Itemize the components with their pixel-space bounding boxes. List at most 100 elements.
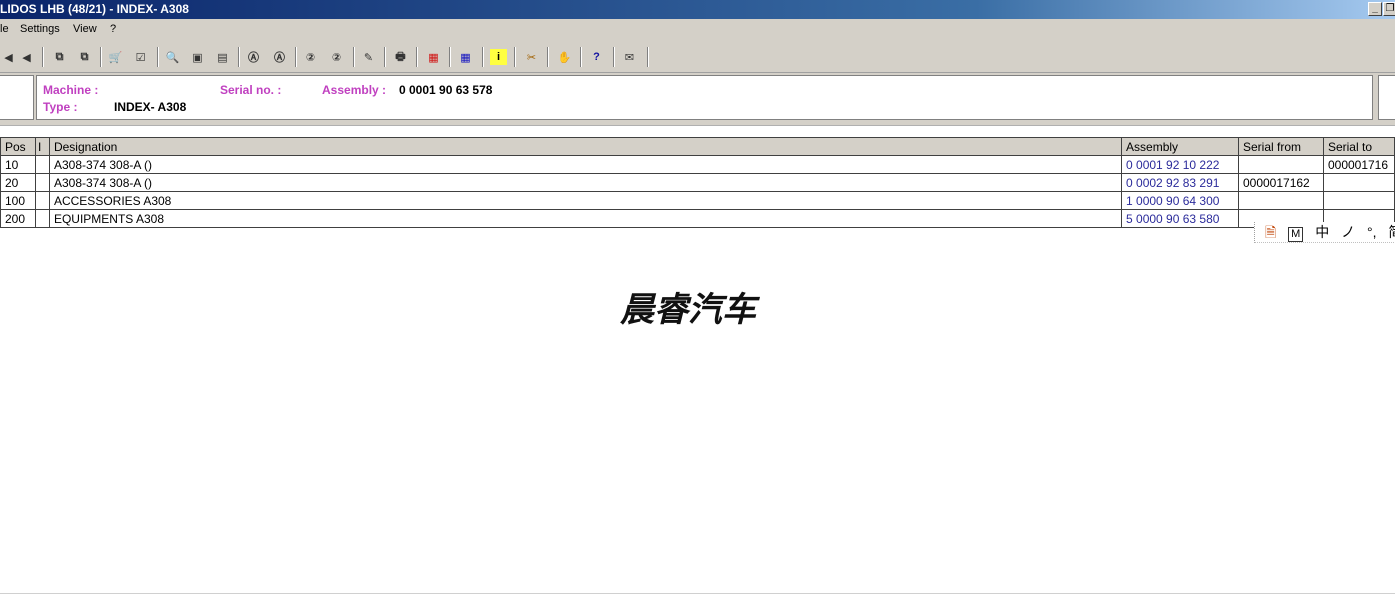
toolbar-separator: [157, 47, 159, 67]
menu-settings[interactable]: Settings: [20, 19, 60, 40]
toolbar-separator: [647, 47, 649, 67]
machine-label: Machine :: [43, 83, 99, 97]
cart-icon[interactable]: 🛒: [107, 49, 124, 65]
toolbar-separator: [384, 47, 386, 67]
cell-pos: 10: [0, 155, 36, 174]
ime-toolbar: 🗎 M 中 ノ °, 简 ⚙: [1254, 222, 1395, 243]
col-header-designation[interactable]: Designation: [48, 137, 1123, 156]
doc-back-icon[interactable]: ⧉: [51, 49, 68, 65]
first-record-icon[interactable]: ◀: [0, 49, 17, 65]
table-row[interactable]: 20 A308-374 308-A () 0 0002 92 83 291 00…: [0, 173, 1395, 192]
tools-icon[interactable]: ✂: [523, 49, 540, 65]
info-panel: Machine : Type : INDEX- A308 Serial no. …: [0, 73, 1395, 125]
prev-record-icon[interactable]: ◀: [18, 49, 35, 65]
menu-bar: le Settings View ?: [0, 19, 1395, 40]
info-left-pane: [0, 75, 34, 120]
handshake-icon[interactable]: ✋: [556, 49, 573, 65]
info-right-pane: [1378, 75, 1395, 120]
toolbar-separator: [482, 47, 484, 67]
info-box: Machine : Type : INDEX- A308 Serial no. …: [36, 75, 1373, 120]
cell-designation: EQUIPMENTS A308: [48, 209, 1123, 228]
cell-i: [34, 191, 50, 210]
toolbar-separator: [514, 47, 516, 67]
table-row[interactable]: 100 ACCESSORIES A308 1 0000 90 64 300: [0, 191, 1395, 210]
cell-i: [34, 173, 50, 192]
watermark-text: 晨睿汽车: [620, 290, 756, 330]
cell-serial-to: 000001716: [1322, 155, 1395, 174]
cell-serial-to: [1322, 191, 1395, 210]
assembly-label: Assembly :: [322, 83, 387, 97]
cell-serial-to: [1322, 173, 1395, 192]
restore-button[interactable]: ❐: [1383, 2, 1395, 16]
ime-mode-icon[interactable]: M: [1288, 227, 1304, 242]
col-header-serial-to[interactable]: Serial to: [1322, 137, 1395, 156]
ime-chinese-toggle[interactable]: 中: [1315, 222, 1329, 242]
cell-serial-from: 0000017162: [1237, 173, 1324, 192]
col-header-i[interactable]: I: [34, 137, 50, 156]
fit-width-icon[interactable]: ▤: [214, 49, 231, 65]
cell-pos: 200: [0, 209, 36, 228]
toolbar-separator: [613, 47, 615, 67]
title-bar: LIDOS LHB (48/21) - INDEX- A308 _ ❐: [0, 0, 1395, 19]
minimize-button[interactable]: _: [1368, 2, 1382, 16]
cell-designation: A308-374 308-A (): [48, 155, 1123, 174]
type-value: INDEX- A308: [114, 100, 187, 114]
toolbar-separator: [416, 47, 418, 67]
print-icon[interactable]: 🖶: [392, 49, 409, 65]
cell-assembly-link[interactable]: 0 0001 92 10 222: [1121, 155, 1239, 174]
cell-i: [34, 155, 50, 174]
toolbar-separator: [547, 47, 549, 67]
zoom-icon[interactable]: 🔍: [164, 49, 181, 65]
cell-i: [34, 209, 50, 228]
search-a-icon[interactable]: Ⓐ: [245, 49, 262, 65]
cell-designation: ACCESSORIES A308: [48, 191, 1123, 210]
ime-doc-icon[interactable]: 🗎: [1265, 222, 1276, 242]
search-2-icon[interactable]: ②: [302, 49, 319, 65]
table-row[interactable]: 10 A308-374 308-A () 0 0001 92 10 222 00…: [0, 155, 1395, 174]
col-header-assembly[interactable]: Assembly: [1121, 137, 1239, 156]
grid-blue-icon[interactable]: ▦: [457, 49, 474, 65]
menu-file[interactable]: le: [0, 19, 9, 40]
help-icon[interactable]: ?: [588, 49, 605, 65]
search-a-next-icon[interactable]: Ⓐ: [271, 49, 288, 65]
checklist-icon[interactable]: ☑: [132, 49, 149, 65]
col-header-pos[interactable]: Pos: [0, 137, 36, 156]
menu-help[interactable]: ?: [110, 19, 116, 40]
toolbar-separator: [353, 47, 355, 67]
mail-icon[interactable]: ✉: [621, 49, 638, 65]
toolbar: ◀ ◀ ⧉ ⧉ 🛒 ☑ 🔍 ▣ ▤ Ⓐ Ⓐ ② ② ✎ 🖶 ▦ ▦ i ✂ ✋ …: [0, 40, 1395, 73]
col-header-serial-from[interactable]: Serial from: [1237, 137, 1324, 156]
cell-pos: 20: [0, 173, 36, 192]
cell-serial-from: [1237, 191, 1324, 210]
cell-pos: 100: [0, 191, 36, 210]
table-row[interactable]: 200 EQUIPMENTS A308 5 0000 90 63 580: [0, 209, 1395, 228]
cell-assembly-link[interactable]: 5 0000 90 63 580: [1121, 209, 1239, 228]
ime-halfwidth-toggle[interactable]: ノ: [1341, 222, 1355, 242]
cell-assembly-link[interactable]: 1 0000 90 64 300: [1121, 191, 1239, 210]
toolbar-separator: [295, 47, 297, 67]
fit-page-icon[interactable]: ▣: [189, 49, 206, 65]
ime-simplified-toggle[interactable]: 简: [1388, 222, 1395, 242]
table-header-row: Pos I Designation Assembly Serial from S…: [0, 137, 1395, 156]
menu-view[interactable]: View: [73, 19, 97, 40]
toolbar-separator: [449, 47, 451, 67]
grid-red-icon[interactable]: ▦: [425, 49, 442, 65]
window-title: LIDOS LHB (48/21) - INDEX- A308: [0, 2, 189, 16]
toolbar-separator: [580, 47, 582, 67]
bottom-divider: [0, 593, 1395, 594]
doc-forward-icon[interactable]: ⧉: [76, 49, 93, 65]
search-2-next-icon[interactable]: ②: [328, 49, 345, 65]
cell-designation: A308-374 308-A (): [48, 173, 1123, 192]
cell-serial-from: [1237, 155, 1324, 174]
toolbar-separator: [238, 47, 240, 67]
serial-label: Serial no. :: [220, 83, 282, 97]
assembly-value: 0 0001 90 63 578: [399, 83, 493, 97]
toolbar-separator: [100, 47, 102, 67]
type-label: Type :: [43, 100, 78, 114]
edit-icon[interactable]: ✎: [360, 49, 377, 65]
splitter[interactable]: [0, 125, 1395, 137]
info-icon[interactable]: i: [490, 49, 507, 65]
ime-punct-toggle[interactable]: °,: [1367, 222, 1377, 242]
parts-table: Pos I Designation Assembly Serial from S…: [0, 137, 1395, 228]
cell-assembly-link[interactable]: 0 0002 92 83 291: [1121, 173, 1239, 192]
